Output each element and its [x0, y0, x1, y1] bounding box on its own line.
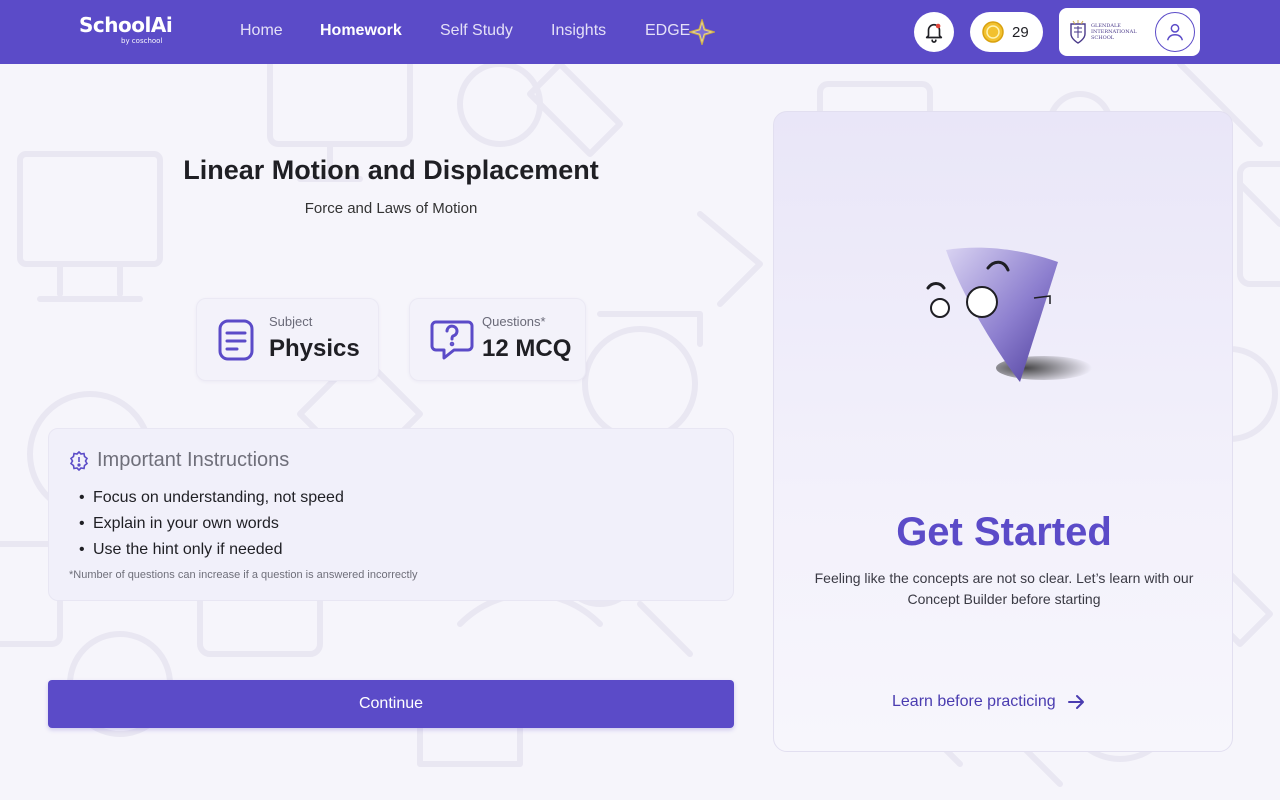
- instructions-panel: Important Instructions Focus on understa…: [48, 428, 734, 601]
- nav-homework[interactable]: Homework: [320, 22, 402, 40]
- instruction-item: Focus on understanding, not speed: [79, 485, 344, 511]
- get-started-title: Get Started: [896, 510, 1112, 554]
- brand-name: SchoolAi: [79, 13, 173, 37]
- nav-self-study[interactable]: Self Study: [440, 22, 513, 40]
- instruction-item: Use the hint only if needed: [79, 537, 344, 563]
- subject-label: Subject: [269, 314, 313, 329]
- subject-value: Physics: [269, 335, 360, 362]
- notifications-button[interactable]: [914, 12, 954, 52]
- instruction-item: Explain in your own words: [79, 511, 344, 537]
- get-started-description: Feeling like the concepts are not so cle…: [814, 570, 1194, 607]
- bell-icon: [925, 23, 943, 43]
- instructions-note: *Number of questions can increase if a q…: [69, 569, 418, 581]
- nav-insights[interactable]: Insights: [551, 22, 606, 40]
- edge-star-icon: [689, 19, 715, 45]
- subject-card: Subject Physics: [196, 298, 379, 381]
- coins-balance[interactable]: 29: [970, 12, 1043, 52]
- coin-count: 29: [1012, 23, 1029, 41]
- arrow-right-icon: [1067, 695, 1084, 709]
- profile-menu[interactable]: GLENDALE INTERNATIONAL SCHOOL: [1059, 8, 1200, 56]
- questions-card: Questions* 12 MCQ: [409, 298, 586, 381]
- question-bubble-icon: [430, 320, 474, 360]
- mascot-illustration: [926, 247, 1092, 382]
- school-name: GLENDALE INTERNATIONAL SCHOOL: [1091, 23, 1137, 41]
- nav-edge[interactable]: EDGE: [645, 22, 690, 40]
- get-started-card: Get Started Feeling like the concepts ar…: [773, 111, 1233, 752]
- instructions-header: Important Instructions: [69, 449, 289, 472]
- continue-button[interactable]: Continue: [48, 680, 734, 728]
- document-icon: [218, 319, 254, 361]
- nav-home[interactable]: Home: [240, 22, 283, 40]
- schoolai-logo[interactable]: SchoolAi by coschool: [79, 13, 173, 45]
- user-icon: [1166, 23, 1184, 41]
- page-subtitle: Force and Laws of Motion: [304, 200, 478, 217]
- questions-value: 12 MCQ: [482, 335, 572, 362]
- school-logo: GLENDALE INTERNATIONAL SCHOOL: [1069, 20, 1141, 44]
- brand-sub: by coschool: [121, 37, 163, 45]
- learn-link-label: Learn before practicing: [892, 693, 1056, 710]
- school-crest-icon: [1070, 20, 1086, 44]
- page-title: Linear Motion and Displacement: [183, 155, 599, 185]
- learn-before-practicing-link[interactable]: Learn before practicing: [892, 692, 1086, 712]
- instructions-title: Important Instructions: [97, 449, 290, 471]
- coin-icon: [982, 21, 1004, 43]
- avatar[interactable]: [1155, 12, 1195, 52]
- instructions-list: Focus on understanding, not speed Explai…: [79, 485, 344, 563]
- questions-label: Questions*: [482, 314, 546, 329]
- info-icon: [69, 450, 89, 471]
- top-navbar: SchoolAi by coschool Home Homework Self …: [0, 0, 1280, 64]
